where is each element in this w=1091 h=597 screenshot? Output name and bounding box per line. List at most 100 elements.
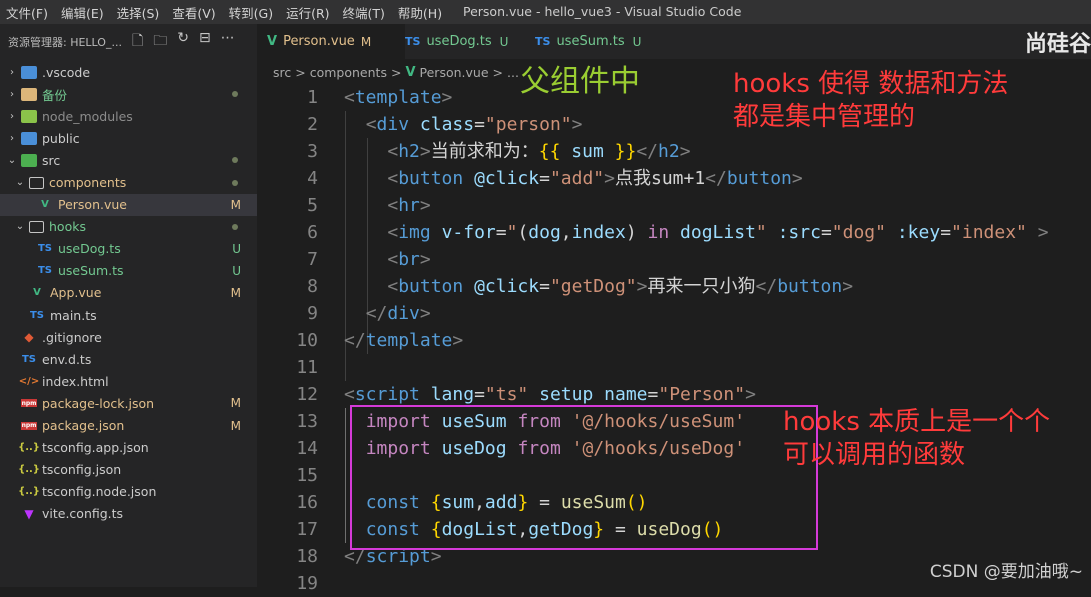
- tree-item-label: index.html: [42, 373, 109, 389]
- chevron-right-icon: ›: [10, 66, 14, 78]
- menu-bar: 文件(F) 编辑(E) 选择(S) 查看(V) 转到(G) 运行(R) 终端(T…: [0, 0, 449, 24]
- menu-help[interactable]: 帮助(H): [392, 3, 449, 22]
- json-file-icon: {..}: [18, 442, 40, 454]
- breadcrumb-item[interactable]: ...: [507, 65, 519, 80]
- code-line: 3 <h2>当前求和为：{{ sum }}</h2>: [257, 138, 1091, 165]
- tree-item-person-vue[interactable]: V Person.vue M: [0, 193, 257, 216]
- annotation-parent-component: 父组件中: [520, 64, 640, 99]
- tree-item-label: App.vue: [50, 285, 102, 301]
- menu-run[interactable]: 运行(R): [280, 3, 336, 22]
- tree-item-usedog[interactable]: TS useDog.ts U: [0, 238, 257, 260]
- tree-item-app-vue[interactable]: V App.vue M: [0, 282, 257, 304]
- tree-item-label: tsconfig.json: [42, 462, 122, 478]
- tree-item-gitignore[interactable]: ◆ .gitignore: [0, 326, 257, 348]
- code-line: 6 <img v-for="(dog,index) in dogList" :s…: [257, 219, 1091, 246]
- tree-item-label: 备份: [42, 87, 68, 103]
- tree-item-label: package.json: [42, 418, 125, 434]
- tab-usesum-ts[interactable]: TS useSum.ts U: [525, 24, 663, 59]
- breadcrumb-separator: >: [492, 64, 503, 80]
- line-number: 6: [307, 222, 318, 243]
- collapse-all-icon[interactable]: ⊟: [199, 30, 211, 54]
- file-tree: › .vscode › 备份 › node_modules › public ⌄…: [0, 61, 257, 525]
- tree-item-tsconfig[interactable]: {..} tsconfig.json: [0, 459, 257, 481]
- tree-item-tsconfig-app[interactable]: {..} tsconfig.app.json: [0, 437, 257, 459]
- tab-badge: U: [632, 34, 642, 49]
- tree-item-backup[interactable]: › 备份: [0, 83, 257, 105]
- tree-item-label: components: [49, 175, 127, 191]
- line-number: 19: [296, 573, 318, 594]
- tree-item-tsconfig-node[interactable]: {..} tsconfig.node.json: [0, 481, 257, 503]
- tree-item-hooks[interactable]: ⌄ hooks: [0, 216, 257, 238]
- new-file-icon[interactable]: 🗋: [132, 30, 143, 54]
- tree-item-label: useSum.ts: [58, 263, 124, 279]
- chevron-down-icon: ⌄: [15, 177, 25, 189]
- tree-item-node-modules[interactable]: › node_modules: [0, 105, 257, 127]
- vue-file-icon: V: [33, 287, 41, 299]
- tab-person-vue[interactable]: V Person.vue M: [257, 24, 405, 59]
- new-folder-icon[interactable]: 🗀: [153, 30, 167, 54]
- tree-item-package-json[interactable]: npm package.json M: [0, 415, 257, 437]
- code-line: 9 </div>: [257, 300, 1091, 327]
- explorer-title: 资源管理器: HELLO_...: [8, 36, 122, 49]
- tree-item-env-d-ts[interactable]: TS env.d.ts: [0, 348, 257, 370]
- tree-item-label: hooks: [49, 219, 86, 235]
- explorer-sidebar: 资源管理器: HELLO_... 🗋 🗀 ↻ ⊟ ⋯ › .vscode › 备…: [0, 24, 257, 587]
- chevron-right-icon: ›: [10, 132, 14, 144]
- menu-terminal[interactable]: 终端(T): [337, 3, 392, 22]
- folder-icon: [21, 87, 37, 101]
- line-number: 2: [307, 114, 318, 135]
- breadcrumb-item[interactable]: src: [273, 65, 291, 80]
- json-file-icon: {..}: [18, 464, 40, 476]
- folder-open-icon: [29, 220, 44, 233]
- line-number: 12: [296, 384, 318, 405]
- typescript-file-icon: TS: [29, 309, 45, 321]
- tree-item-main-ts[interactable]: TS main.ts: [0, 304, 257, 326]
- tree-item-index-html[interactable]: </> index.html: [0, 370, 257, 392]
- menu-view[interactable]: 查看(V): [166, 3, 222, 22]
- code-line: 7 <br>: [257, 246, 1091, 273]
- tree-item-vite-config[interactable]: ▼ vite.config.ts: [0, 503, 257, 525]
- more-actions-icon[interactable]: ⋯: [221, 30, 235, 54]
- window-title: Person.vue - hello_vue3 - Visual Studio …: [463, 4, 742, 19]
- chevron-down-icon: ⌄: [15, 221, 25, 233]
- breadcrumb-separator: >: [295, 64, 306, 80]
- typescript-file-icon: TS: [535, 35, 551, 48]
- vue-file-icon: V: [41, 199, 49, 211]
- line-number: 9: [307, 303, 318, 324]
- menu-edit[interactable]: 编辑(E): [55, 3, 111, 22]
- tree-item-label: tsconfig.app.json: [42, 440, 149, 456]
- tree-item-usesum[interactable]: TS useSum.ts U: [0, 260, 257, 282]
- tree-item-vscode[interactable]: › .vscode: [0, 61, 257, 83]
- git-status-badge: M: [230, 396, 241, 411]
- refresh-icon[interactable]: ↻: [177, 30, 189, 54]
- csdn-watermark: CSDN @要加油哦~: [929, 562, 1083, 582]
- tree-item-public[interactable]: › public: [0, 127, 257, 149]
- tab-usedog-ts[interactable]: TS useDog.ts U: [395, 24, 533, 59]
- git-icon: ◆: [24, 330, 34, 345]
- explorer-header: 资源管理器: HELLO_... 🗋 🗀 ↻ ⊟ ⋯: [0, 24, 257, 60]
- menu-go[interactable]: 转到(G): [223, 3, 280, 22]
- tree-item-label: src: [42, 152, 61, 168]
- tree-item-components[interactable]: ⌄ components: [0, 171, 257, 193]
- tree-item-src[interactable]: ⌄ src: [0, 149, 257, 171]
- src-folder-icon: [21, 153, 37, 167]
- vite-icon: ▼: [24, 506, 34, 521]
- tab-badge: M: [360, 34, 372, 49]
- tree-item-label: public: [42, 130, 80, 146]
- menu-file[interactable]: 文件(F): [0, 3, 55, 22]
- line-number: 13: [296, 411, 318, 432]
- line-number: 8: [307, 276, 318, 297]
- tree-item-label: tsconfig.node.json: [42, 484, 157, 500]
- npm-icon: npm: [21, 399, 37, 408]
- html-file-icon: </>: [18, 375, 40, 387]
- tree-item-package-lock[interactable]: npm package-lock.json M: [0, 392, 257, 414]
- breadcrumb-item[interactable]: Person.vue: [420, 65, 489, 80]
- tab-badge: U: [499, 34, 509, 49]
- chevron-right-icon: ›: [10, 110, 14, 122]
- annotation-line: 都是集中管理的: [733, 102, 916, 132]
- breadcrumb-item[interactable]: components: [310, 65, 387, 80]
- menu-selection[interactable]: 选择(S): [111, 3, 167, 22]
- tab-label: useSum.ts: [556, 34, 625, 49]
- line-number: 11: [296, 357, 318, 378]
- chevron-down-icon: ⌄: [7, 154, 17, 166]
